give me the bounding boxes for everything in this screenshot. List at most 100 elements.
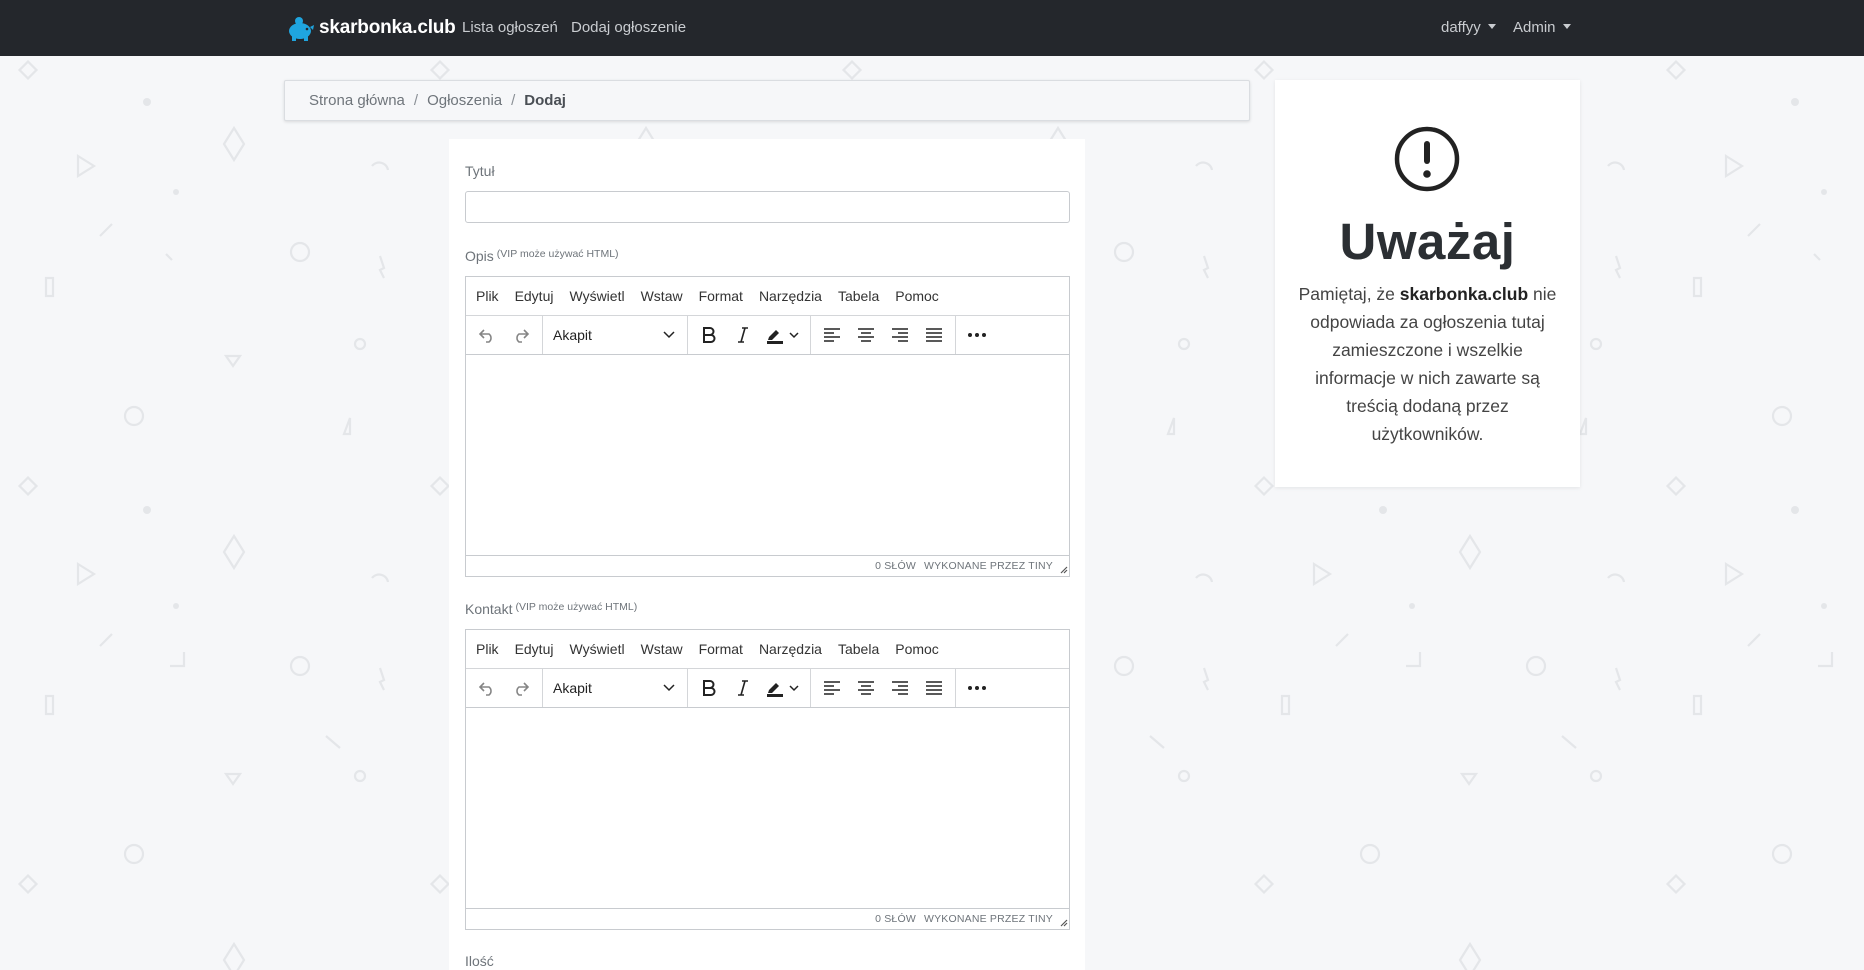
- menu-file[interactable]: Plik: [468, 641, 507, 657]
- redo-button[interactable]: [504, 673, 538, 703]
- redo-button[interactable]: [504, 320, 538, 350]
- menu-help[interactable]: Pomoc: [887, 641, 947, 657]
- title-input[interactable]: [465, 191, 1070, 223]
- more-button[interactable]: [960, 673, 994, 703]
- alignment-group: [811, 316, 956, 354]
- align-right-button[interactable]: [883, 673, 917, 703]
- nav-link-add-listing[interactable]: Dodaj ogłoszenie: [571, 19, 686, 36]
- align-left-icon: [824, 328, 840, 342]
- breadcrumb-separator: /: [511, 92, 516, 109]
- chevron-down-icon: [663, 684, 675, 692]
- formatting-group: [688, 316, 811, 354]
- bold-button[interactable]: [692, 673, 726, 703]
- italic-button[interactable]: [726, 673, 760, 703]
- quantity-label: Ilość: [465, 953, 494, 969]
- block-format-select[interactable]: Akapit: [547, 320, 683, 350]
- align-left-button[interactable]: [815, 320, 849, 350]
- editor-toolbar: Akapit: [466, 669, 1069, 708]
- breadcrumb: Strona główna / Ogłoszenia / Dodaj: [284, 80, 1250, 121]
- align-justify-button[interactable]: [917, 320, 951, 350]
- undo-icon: [478, 682, 492, 696]
- resize-handle-icon[interactable]: [1058, 564, 1068, 574]
- italic-icon: [738, 680, 748, 696]
- highlight-color-button[interactable]: [760, 673, 806, 703]
- editor-menubar: Plik Edytuj Wyświetl Wstaw Format Narzęd…: [466, 277, 1069, 316]
- word-count: 0 SŁÓW: [875, 559, 916, 572]
- undo-button[interactable]: [470, 673, 504, 703]
- description-label-text: Opis: [465, 248, 494, 264]
- editor-menubar: Plik Edytuj Wyświetl Wstaw Format Narzęd…: [466, 630, 1069, 669]
- menu-table[interactable]: Tabela: [830, 641, 887, 657]
- more-group: [956, 669, 998, 707]
- top-navbar: skarbonka.club Lista ogłoszeń Dodaj ogło…: [0, 0, 1864, 56]
- undo-icon: [478, 329, 492, 343]
- menu-help[interactable]: Pomoc: [887, 288, 947, 304]
- redo-icon: [516, 682, 530, 696]
- align-right-button[interactable]: [883, 320, 917, 350]
- align-justify-icon: [926, 681, 942, 695]
- menu-insert[interactable]: Wstaw: [633, 641, 691, 657]
- menu-view[interactable]: Wyświetl: [561, 288, 632, 304]
- bold-icon: [703, 327, 716, 343]
- more-button[interactable]: [960, 320, 994, 350]
- menu-edit[interactable]: Edytuj: [507, 641, 562, 657]
- bold-button[interactable]: [692, 320, 726, 350]
- warning-text-brand: skarbonka.club: [1399, 284, 1529, 304]
- align-left-icon: [824, 681, 840, 695]
- highlight-color-icon: [767, 683, 799, 697]
- highlight-color-button[interactable]: [760, 320, 806, 350]
- blocks-group: Akapit: [543, 316, 688, 354]
- description-edit-area[interactable]: [466, 355, 1069, 556]
- align-right-icon: [892, 328, 908, 342]
- breadcrumb-listings[interactable]: Ogłoszenia: [427, 92, 502, 109]
- contact-editor: Plik Edytuj Wyświetl Wstaw Format Narzęd…: [465, 629, 1070, 930]
- admin-menu-dropdown[interactable]: Admin: [1513, 19, 1571, 36]
- powered-by-tiny-link[interactable]: WYKONANE PRZEZ TINY: [924, 913, 1053, 925]
- menu-tools[interactable]: Narzędzia: [751, 288, 830, 304]
- align-right-icon: [892, 681, 908, 695]
- history-group: [466, 669, 543, 707]
- warning-text: Pamiętaj, że skarbonka.club nie odpowiad…: [1297, 280, 1558, 448]
- powered-by-tiny-link[interactable]: WYKONANE PRZEZ TINY: [924, 560, 1053, 572]
- menu-insert[interactable]: Wstaw: [633, 288, 691, 304]
- user-menu-dropdown[interactable]: daffyy: [1441, 19, 1496, 36]
- align-center-button[interactable]: [849, 673, 883, 703]
- history-group: [466, 316, 543, 354]
- formatting-group: [688, 669, 811, 707]
- menu-format[interactable]: Format: [691, 288, 751, 304]
- menu-tools[interactable]: Narzędzia: [751, 641, 830, 657]
- editor-statusbar: 0 SŁÓW WYKONANE PRZEZ TINY: [466, 909, 1069, 928]
- description-vip-note: (VIP może używać HTML): [496, 248, 619, 260]
- nav-link-listings[interactable]: Lista ogłoszeń: [462, 19, 558, 36]
- align-left-button[interactable]: [815, 673, 849, 703]
- menu-file[interactable]: Plik: [468, 288, 507, 304]
- add-listing-form: Tytuł Opis (VIP może używać HTML) Plik Ed…: [449, 139, 1085, 970]
- align-justify-button[interactable]: [917, 673, 951, 703]
- editor-toolbar: Akapit: [466, 316, 1069, 355]
- warning-title: Uważaj: [1339, 213, 1516, 270]
- exclamation-circle-icon: [1394, 126, 1460, 192]
- block-format-value: Akapit: [553, 680, 592, 696]
- brand-link[interactable]: skarbonka.club: [286, 15, 456, 41]
- align-justify-icon: [926, 328, 942, 342]
- menu-edit[interactable]: Edytuj: [507, 288, 562, 304]
- italic-button[interactable]: [726, 320, 760, 350]
- undo-button[interactable]: [470, 320, 504, 350]
- menu-format[interactable]: Format: [691, 641, 751, 657]
- warning-text-after: nie odpowiada za ogłoszenia tutaj zamies…: [1310, 284, 1557, 444]
- menu-table[interactable]: Tabela: [830, 288, 887, 304]
- warning-text-before: Pamiętaj, że: [1298, 284, 1400, 304]
- bold-icon: [703, 680, 716, 696]
- piggy-bank-logo-icon: [289, 17, 314, 41]
- breadcrumb-separator: /: [413, 92, 419, 109]
- contact-edit-area[interactable]: [466, 708, 1069, 909]
- more-icon: [968, 686, 986, 690]
- block-format-select[interactable]: Akapit: [547, 673, 683, 703]
- block-format-value: Akapit: [553, 327, 592, 343]
- align-center-icon: [858, 681, 874, 695]
- align-center-button[interactable]: [849, 320, 883, 350]
- menu-view[interactable]: Wyświetl: [561, 641, 632, 657]
- more-group: [956, 316, 998, 354]
- resize-handle-icon[interactable]: [1058, 917, 1068, 927]
- breadcrumb-home[interactable]: Strona główna: [309, 92, 405, 109]
